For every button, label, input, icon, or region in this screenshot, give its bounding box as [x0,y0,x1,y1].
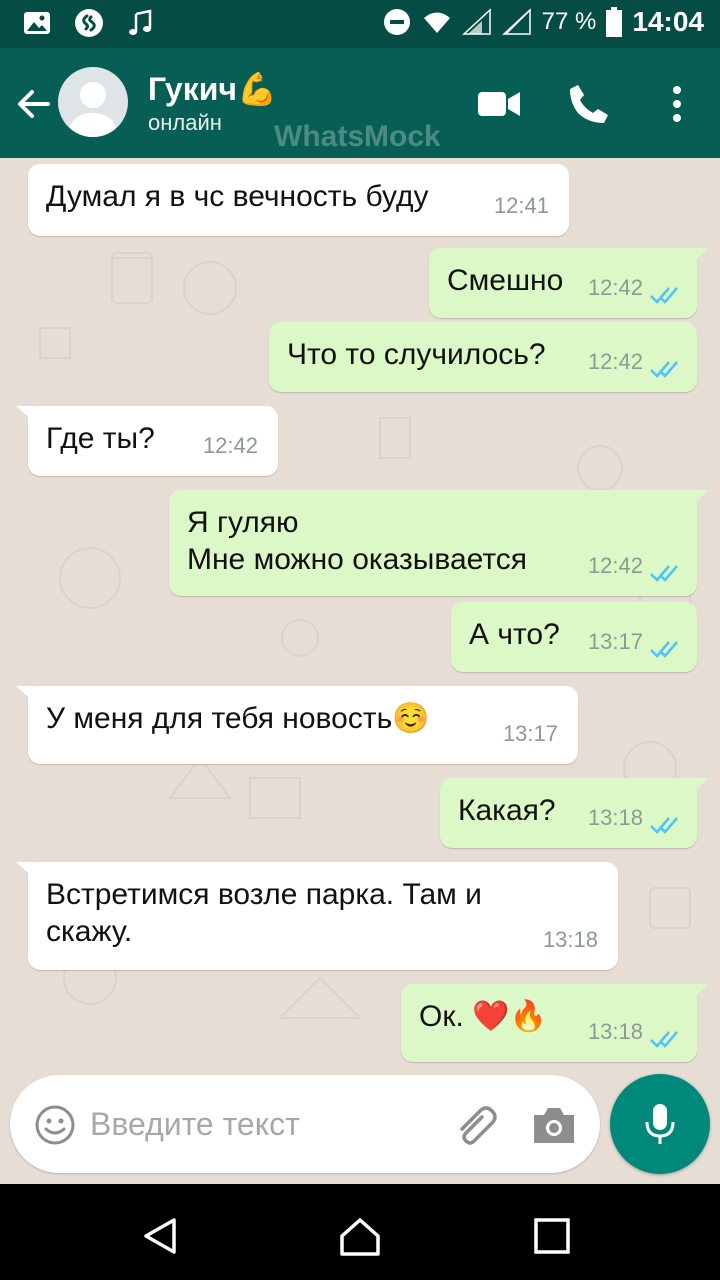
message-time: 13:17 [502,721,558,746]
back-arrow-icon[interactable] [12,82,56,126]
message-outgoing[interactable]: Какая? 13:18 [440,778,709,848]
message-time: 12:42 [587,275,643,300]
avatar[interactable] [58,67,128,137]
emoji-icon[interactable] [34,1104,76,1146]
nav-recents-icon[interactable] [530,1214,574,1258]
message-text-line: скажу. [46,915,133,948]
read-receipt-icon [650,817,678,834]
message-time: 12:42 [587,553,643,578]
clock: 14:04 [632,6,704,37]
bubble-tail [689,490,709,508]
message-input[interactable] [88,1101,422,1147]
message-incoming[interactable]: Думал я в чс вечность буду 12:41 [28,164,569,236]
message-incoming[interactable]: Где ты? 12:42 [16,406,278,476]
nav-back-icon[interactable] [138,1214,182,1258]
message-outgoing[interactable]: Ок. ❤️🔥 13:18 [401,984,709,1062]
message-text: У меня для тебя новость☺️ [46,702,430,735]
read-receipt-icon [650,1031,678,1048]
message-time: 13:18 [542,927,598,952]
system-nav-bar [0,1184,720,1280]
bubble-tail [689,778,709,796]
camera-icon[interactable] [530,1103,578,1147]
bubble-tail [689,984,709,1002]
battery-icon [606,7,623,37]
status-bar: 77 % 14:04 [0,0,720,48]
do-not-disturb-icon [383,9,410,35]
message-time: 12:41 [493,193,549,218]
music-icon [129,9,152,35]
chat-area[interactable]: Думал я в чс вечность буду 12:41 Смешно … [0,158,720,1068]
message-text: Смешно [447,264,564,297]
message-text: Какая? [458,794,556,827]
gallery-icon [24,12,50,34]
message-text: Думал я в чс вечность буду [46,180,429,213]
nav-home-icon[interactable] [338,1214,382,1258]
contact-name[interactable]: Гукич💪 [148,70,277,108]
chat-header: Гукич💪 онлайн WhatsMock [0,48,720,158]
read-receipt-icon [650,565,678,582]
phone-call-icon[interactable] [566,81,612,127]
read-receipt-icon [650,641,678,658]
bubble-tail [16,862,36,880]
shazam-icon [75,9,103,37]
default-avatar-icon [68,82,118,137]
voice-message-button[interactable] [610,1074,710,1174]
message-outgoing[interactable]: Что то случилось? 12:42 [269,322,697,392]
watermark: WhatsMock [274,120,441,153]
message-outgoing[interactable]: Смешно 12:42 [429,248,709,318]
message-time: 13:18 [587,1019,643,1044]
message-outgoing[interactable]: А что? 13:17 [451,602,697,672]
composer [10,1075,600,1173]
bubble-tail [689,248,709,266]
microphone-icon [645,1104,675,1144]
message-time: 12:42 [587,349,643,374]
message-time: 13:17 [587,629,643,654]
message-text: Ок. ❤️🔥 [419,1000,547,1033]
message-incoming[interactable]: Встретимся возле парка. Там и скажу. 13:… [16,862,618,970]
contact-status: онлайн [148,110,222,135]
battery-percent: 77 % [541,8,597,35]
message-time: 13:18 [587,805,643,830]
signal-empty-icon [501,8,531,35]
message-text: Что то случилось? [287,338,546,371]
message-incoming[interactable]: У меня для тебя новость☺️ 13:17 [16,686,578,764]
more-options-icon[interactable] [654,81,700,127]
bubble-tail [16,406,36,424]
message-text: Где ты? [46,422,155,455]
attach-icon[interactable] [452,1103,500,1151]
message-text-line: Встретимся возле парка. Там и [46,878,482,911]
read-receipt-icon [650,287,678,304]
message-text-line: Я гуляю [187,506,299,539]
video-call-icon[interactable] [476,81,522,127]
message-outgoing[interactable]: Я гуляю Мне можно оказывается 12:42 [169,490,709,596]
wifi-icon [423,12,450,33]
message-text: А что? [469,618,560,651]
bubble-tail [16,686,36,704]
read-receipt-icon [650,361,678,378]
message-time: 12:42 [202,433,258,458]
signal-icon [461,8,491,35]
